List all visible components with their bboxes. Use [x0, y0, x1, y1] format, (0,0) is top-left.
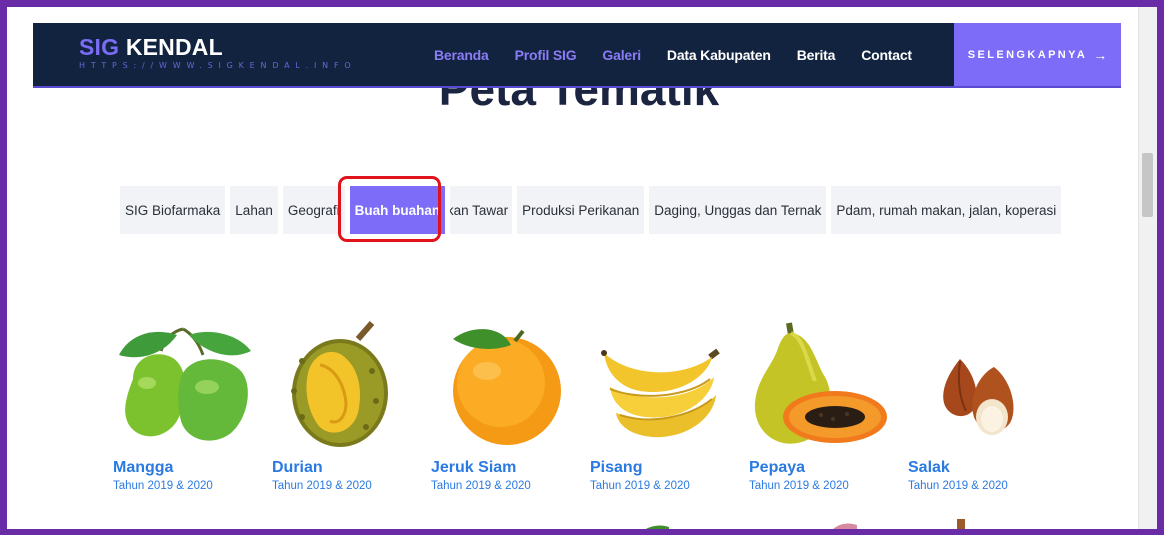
- brand-subtitle: HTTPS://WWW.SIGKENDAL.INFO: [79, 61, 357, 70]
- vertical-scrollbar[interactable]: [1138, 7, 1157, 529]
- fruit-card-pepaya[interactable]: Pepaya Tahun 2019 & 2020: [749, 321, 889, 492]
- fruit-name[interactable]: Pepaya: [749, 459, 805, 477]
- selengkapnya-button[interactable]: SELENGKAPNYA →: [954, 23, 1121, 86]
- main-menu: Beranda Profil SIG Galeri Data Kabupaten…: [434, 23, 938, 86]
- brand-title-accent: SIG: [79, 34, 120, 60]
- nav-beranda[interactable]: Beranda: [434, 47, 489, 63]
- nav-berita[interactable]: Berita: [797, 47, 836, 63]
- browser-viewport: Peta Tematik SIG KENDAL HTTPS://WWW.SIGK…: [0, 0, 1164, 535]
- navbar: SIG KENDAL HTTPS://WWW.SIGKENDAL.INFO Be…: [33, 23, 1121, 88]
- tab-pdam-rumah-makan[interactable]: Pdam, rumah makan, jalan, koperasi: [831, 186, 1062, 234]
- cta-label: SELENGKAPNYA: [967, 48, 1088, 61]
- brand-title-rest: KENDAL: [119, 34, 223, 60]
- fruit-name[interactable]: Salak: [908, 459, 950, 477]
- fruit-name[interactable]: Mangga: [113, 459, 173, 477]
- fruit-subtitle: Tahun 2019 & 2020: [272, 480, 372, 492]
- tab-geografi[interactable]: Geografi: [282, 186, 345, 234]
- orange-image[interactable]: [431, 321, 571, 449]
- page-heading: Peta Tematik: [438, 88, 720, 115]
- page-heading-container: Peta Tematik: [14, 88, 1144, 118]
- nav-galeri[interactable]: Galeri: [602, 47, 641, 63]
- next-row-fruit-image: [833, 523, 857, 529]
- fruit-card-salak[interactable]: Salak Tahun 2019 & 2020: [908, 321, 1048, 492]
- salak-image[interactable]: [908, 321, 1048, 449]
- fruit-subtitle: Tahun 2019 & 2020: [908, 480, 1008, 492]
- fruit-name[interactable]: Jeruk Siam: [431, 459, 516, 477]
- banana-image[interactable]: [590, 321, 730, 449]
- tab-produksi-perikanan[interactable]: Produksi Perikanan: [517, 186, 645, 234]
- fruit-subtitle: Tahun 2019 & 2020: [749, 480, 849, 492]
- scrollbar-thumb[interactable]: [1142, 153, 1153, 217]
- next-row-fruit-image: [645, 525, 669, 529]
- fruit-subtitle: Tahun 2019 & 2020: [113, 480, 213, 492]
- tab-daging-unggas-ternak[interactable]: Daging, Unggas dan Ternak: [649, 186, 827, 234]
- mango-image[interactable]: [113, 321, 253, 449]
- tab-ikan-tawar[interactable]: Ikan Tawar: [450, 186, 513, 234]
- brand-title: SIG KENDAL: [79, 35, 356, 59]
- fruit-subtitle: Tahun 2019 & 2020: [431, 480, 531, 492]
- fruit-card-jeruk-siam[interactable]: Jeruk Siam Tahun 2019 & 2020: [431, 321, 571, 492]
- nav-data-kabupaten[interactable]: Data Kabupaten: [667, 47, 771, 63]
- fruit-name[interactable]: Pisang: [590, 459, 642, 477]
- papaya-image[interactable]: [749, 321, 889, 449]
- fruit-card-pisang[interactable]: Pisang Tahun 2019 & 2020: [590, 321, 730, 492]
- fruit-name[interactable]: Durian: [272, 459, 323, 477]
- fruit-card-mangga[interactable]: Mangga Tahun 2019 & 2020: [113, 321, 253, 492]
- thematic-map-tabs: SIG Biofarmaka Lahan Geografi Buah buaha…: [120, 186, 1066, 234]
- tab-ikan-tawar-label: Ikan Tawar: [450, 202, 509, 218]
- fruit-subtitle: Tahun 2019 & 2020: [590, 480, 690, 492]
- tab-buah-buahan[interactable]: Buah buahan: [349, 186, 446, 234]
- tab-sig-biofarmaka[interactable]: SIG Biofarmaka: [120, 186, 226, 234]
- site-logo[interactable]: SIG KENDAL HTTPS://WWW.SIGKENDAL.INFO: [79, 35, 356, 70]
- durian-image[interactable]: [272, 321, 412, 449]
- nav-profil-sig[interactable]: Profil SIG: [515, 47, 577, 63]
- fruit-card-durian[interactable]: Durian Tahun 2019 & 2020: [272, 321, 412, 492]
- arrow-right-icon: →: [1093, 46, 1108, 63]
- nav-contact[interactable]: Contact: [861, 47, 912, 63]
- tab-lahan[interactable]: Lahan: [230, 186, 278, 234]
- next-row-fruit-image: [957, 519, 965, 529]
